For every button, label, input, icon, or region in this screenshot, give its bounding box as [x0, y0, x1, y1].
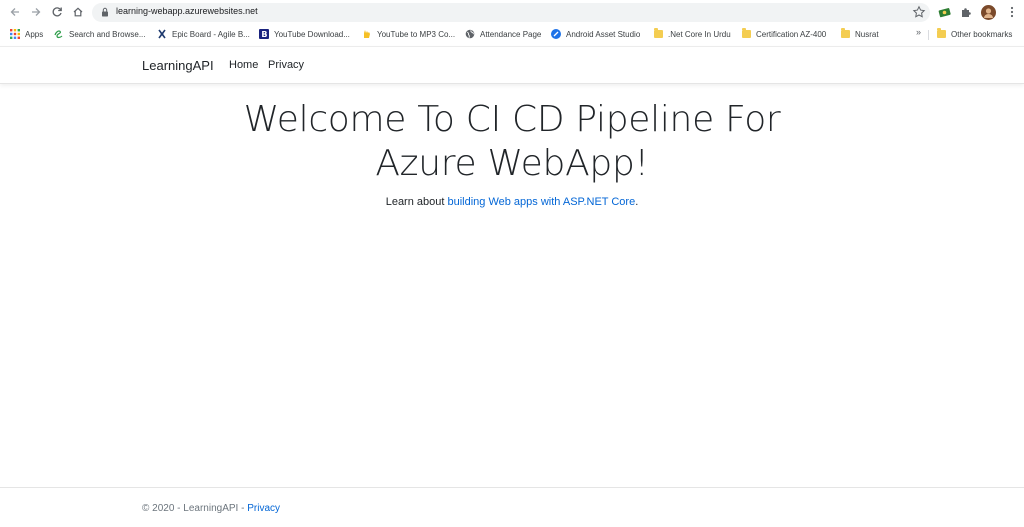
folder-icon	[840, 28, 850, 39]
reload-icon	[52, 7, 62, 17]
arrow-right-icon	[32, 8, 41, 16]
site-navbar: LearningAPI Home Privacy	[0, 46, 1024, 84]
nav-privacy-link[interactable]: Privacy	[268, 59, 304, 71]
bookmark-youtube-downloader[interactable]: B YouTube Download...	[259, 27, 350, 41]
hand-icon	[362, 29, 372, 39]
puzzle-icon	[962, 8, 971, 17]
bookmarks-divider	[928, 30, 929, 40]
bookmark-label: YouTube Download...	[274, 29, 350, 39]
page-title: Welcome To CI CD Pipeline For Azure WebA…	[243, 99, 781, 184]
reload-button[interactable]	[49, 4, 65, 20]
bookmark-label: Epic Board - Agile B...	[172, 29, 250, 39]
apps-grid-icon	[10, 29, 20, 39]
kebab-menu-icon	[1010, 6, 1014, 18]
extension-button[interactable]	[937, 4, 953, 20]
bookmark-label: Search and Browse...	[69, 29, 146, 39]
nav-home-link[interactable]: Home	[229, 59, 258, 71]
url-text: learning-webapp.azurewebsites.net	[116, 6, 258, 16]
bookmark-label: YouTube to MP3 Co...	[377, 29, 456, 39]
arrow-left-icon	[10, 8, 19, 16]
copyright-text: © 2020 - LearningAPI -	[142, 503, 248, 514]
bookmark-net-core-urdu[interactable]: .Net Core In Urdu	[653, 27, 731, 41]
address-bar[interactable]: learning-webapp.azurewebsites.net	[92, 3, 930, 22]
home-icon	[73, 7, 83, 17]
bookmarks-bar: Apps Search and Browse... Epic Board - A…	[0, 24, 1024, 44]
lock-icon	[102, 7, 108, 17]
footer-privacy-link[interactable]: Privacy	[247, 503, 280, 514]
site-footer: © 2020 - LearningAPI - Privacy	[0, 487, 1024, 527]
bookmark-other-bookmarks[interactable]: Other bookmarks	[936, 27, 1012, 41]
learn-about-text: Learn about building Web apps with ASP.N…	[0, 196, 1024, 208]
menu-button[interactable]	[1004, 4, 1020, 20]
folder-icon	[653, 28, 663, 39]
main-content: Welcome To CI CD Pipeline For Azure WebA…	[0, 98, 1024, 208]
folder-icon	[936, 28, 946, 39]
back-button[interactable]	[7, 4, 23, 20]
brand-link[interactable]: LearningAPI	[142, 58, 214, 73]
aspnet-core-link[interactable]: building Web apps with ASP.NET Core	[447, 196, 635, 208]
globe-icon	[465, 29, 475, 39]
bookmark-android-asset-studio[interactable]: Android Asset Studio	[551, 27, 640, 41]
bookmark-label: Apps	[25, 29, 44, 39]
browser-toolbar: learning-webapp.azurewebsites.net	[0, 0, 1024, 24]
forward-button[interactable]	[28, 4, 44, 20]
bookmark-label: Nusrat	[855, 29, 879, 39]
bookmark-nusrat[interactable]: Nusrat	[840, 27, 879, 41]
bookmark-search-and-browse[interactable]: Search and Browse...	[54, 27, 145, 41]
bookmark-youtube-to-mp3[interactable]: YouTube to MP3 Co...	[362, 27, 455, 41]
star-icon[interactable]	[912, 5, 926, 19]
bookmark-certification-az400[interactable]: Certification AZ-400	[741, 27, 826, 41]
folder-icon	[741, 28, 751, 39]
bookmark-label: Other bookmarks	[951, 29, 1013, 39]
svg-text:B: B	[261, 30, 267, 39]
bookmark-epic-board[interactable]: Epic Board - Agile B...	[157, 27, 250, 41]
search-site-icon	[54, 29, 64, 39]
bookmarks-overflow-button[interactable]: »	[916, 27, 921, 37]
learn-suffix: .	[635, 196, 639, 208]
profile-button[interactable]	[980, 4, 996, 20]
brush-icon	[551, 29, 561, 39]
b-logo-icon: B	[259, 29, 269, 39]
bookmark-attendance-page[interactable]: Attendance Page	[465, 27, 541, 41]
bookmark-label: Certification AZ-400	[756, 29, 827, 39]
agile-board-icon	[157, 29, 167, 39]
bookmark-apps[interactable]: Apps	[10, 27, 43, 41]
home-button[interactable]	[70, 4, 86, 20]
bookmark-label: .Net Core In Urdu	[668, 29, 731, 39]
extensions-button[interactable]	[958, 4, 974, 20]
bookmark-label: Attendance Page	[480, 29, 542, 39]
footer-copyright: © 2020 - LearningAPI - Privacy	[142, 503, 280, 514]
avatar	[980, 4, 996, 20]
money-extension-icon	[938, 8, 951, 18]
bookmark-label: Android Asset Studio	[566, 29, 641, 39]
learn-prefix: Learn about	[385, 196, 448, 208]
